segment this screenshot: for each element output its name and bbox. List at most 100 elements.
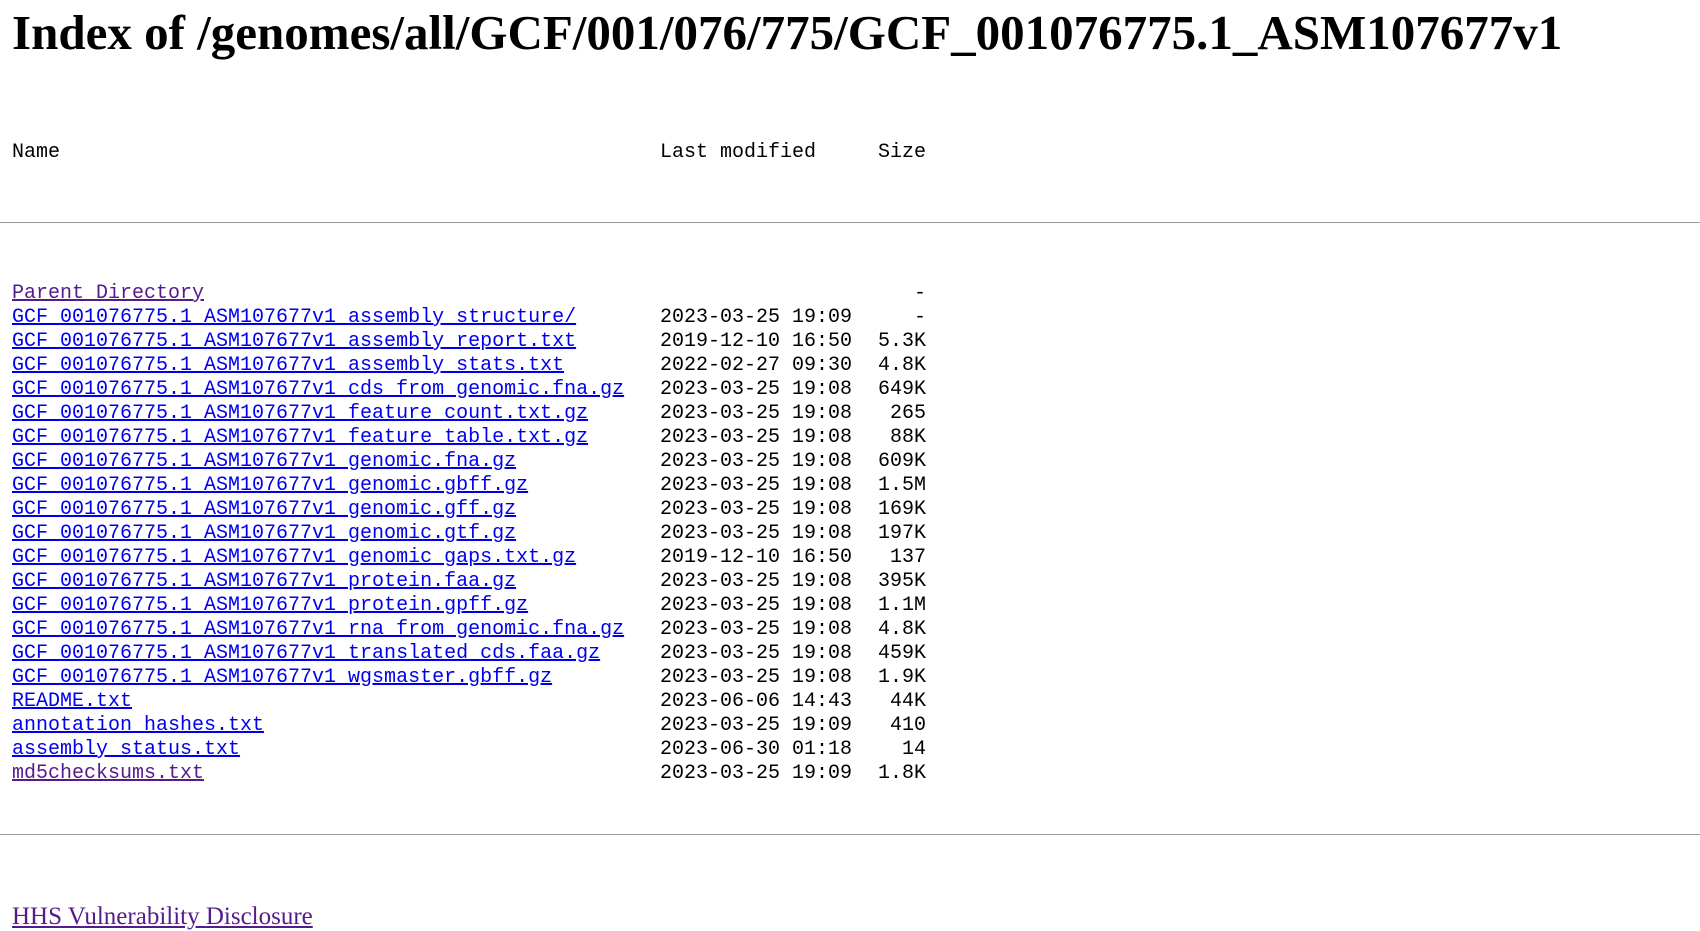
size-cell: 459K xyxy=(877,642,926,665)
file-link[interactable]: md5checksums.txt xyxy=(12,762,204,785)
table-row: GCF_001076775.1_ASM107677v1_genomic.gbff… xyxy=(12,474,1688,498)
file-link[interactable]: GCF_001076775.1_ASM107677v1_rna_from_gen… xyxy=(12,618,624,641)
name-cell: GCF_001076775.1_ASM107677v1_genomic.gtf.… xyxy=(12,522,660,546)
last-modified-cell: 2022-02-27 09:30 xyxy=(660,354,853,377)
table-row: GCF_001076775.1_ASM107677v1_genomic_gaps… xyxy=(12,546,1688,570)
file-link[interactable]: GCF_001076775.1_ASM107677v1_genomic.gtf.… xyxy=(12,522,516,545)
size-cell: 1.8K xyxy=(877,762,926,785)
last-modified-cell: 2023-06-30 01:18 xyxy=(660,738,853,761)
last-modified-cell: 2023-03-25 19:08 xyxy=(660,402,853,425)
table-row: GCF_001076775.1_ASM107677v1_protein.gpff… xyxy=(12,594,1688,618)
table-row: README.txt 2023-06-06 14:43 44K xyxy=(12,690,1688,714)
table-row: GCF_001076775.1_ASM107677v1_translated_c… xyxy=(12,642,1688,666)
top-divider xyxy=(0,222,1700,223)
parent-directory-link[interactable]: Parent Directory xyxy=(12,282,204,305)
size-cell: 44K xyxy=(889,690,926,713)
name-cell: GCF_001076775.1_ASM107677v1_feature_coun… xyxy=(12,402,660,426)
last-modified-cell: 2023-03-25 19:09 xyxy=(660,762,853,785)
file-link[interactable]: GCF_001076775.1_ASM107677v1_assembly_str… xyxy=(12,306,576,329)
size-cell: 265 xyxy=(889,402,926,425)
file-link[interactable]: README.txt xyxy=(12,690,132,713)
file-link[interactable]: GCF_001076775.1_ASM107677v1_cds_from_gen… xyxy=(12,378,624,401)
size-cell: 1.9K xyxy=(877,666,926,689)
file-rows: Parent Directory - GCF_001076775.1_ASM1076… xyxy=(12,282,1688,786)
file-link[interactable]: GCF_001076775.1_ASM107677v1_assembly_sta… xyxy=(12,354,564,377)
name-cell: GCF_001076775.1_ASM107677v1_genomic.gff.… xyxy=(12,498,660,522)
size-cell: 609K xyxy=(877,450,926,473)
file-link[interactable]: GCF_001076775.1_ASM107677v1_protein.faa.… xyxy=(12,570,516,593)
last-modified-cell: 2023-03-25 19:08 xyxy=(660,618,853,641)
size-cell: 4.8K xyxy=(877,354,926,377)
page-title: Index of /genomes/all/GCF/001/076/775/GC… xyxy=(12,5,1563,60)
name-cell: annotation_hashes.txt xyxy=(12,714,660,738)
file-link[interactable]: GCF_001076775.1_ASM107677v1_feature_coun… xyxy=(12,402,588,425)
table-row: GCF_001076775.1_ASM107677v1_protein.faa.… xyxy=(12,570,1688,594)
last-modified-cell: 2023-03-25 19:09 xyxy=(660,306,853,329)
file-link[interactable]: assembly_status.txt xyxy=(12,738,240,761)
size-cell: 197K xyxy=(877,522,926,545)
last-modified-cell: 2023-03-25 19:08 xyxy=(660,378,853,401)
hhs-vulnerability-disclosure-link[interactable]: HHS Vulnerability Disclosure xyxy=(12,903,313,930)
name-cell: GCF_001076775.1_ASM107677v1_assembly_str… xyxy=(12,306,660,330)
column-header-row: Name Last modified Size xyxy=(12,141,1688,165)
file-link[interactable]: GCF_001076775.1_ASM107677v1_genomic.gbff… xyxy=(12,474,528,497)
file-link[interactable]: GCF_001076775.1_ASM107677v1_genomic.fna.… xyxy=(12,450,516,473)
table-row: GCF_001076775.1_ASM107677v1_genomic.gff.… xyxy=(12,498,1688,522)
file-link[interactable]: GCF_001076775.1_ASM107677v1_genomic_gaps… xyxy=(12,546,576,569)
file-link[interactable]: GCF_001076775.1_ASM107677v1_wgsmaster.gb… xyxy=(12,666,552,689)
table-row: GCF_001076775.1_ASM107677v1_genomic.fna.… xyxy=(12,450,1688,474)
name-cell: GCF_001076775.1_ASM107677v1_assembly_rep… xyxy=(12,330,660,354)
last-modified-cell: 2023-03-25 19:08 xyxy=(660,666,853,689)
last-modified-cell: 2023-03-25 19:08 xyxy=(660,594,853,617)
last-modified-cell: 2023-03-25 19:08 xyxy=(660,450,853,473)
size-cell: 88K xyxy=(889,426,926,449)
table-row: GCF_001076775.1_ASM107677v1_feature_coun… xyxy=(12,402,1688,426)
size-cell: 1.5M xyxy=(877,474,926,497)
column-header-last-modified: Last modified xyxy=(660,141,817,164)
name-cell: md5checksums.txt xyxy=(12,762,660,786)
last-modified-cell: 2023-03-25 19:08 xyxy=(660,570,853,593)
name-cell: GCF_001076775.1_ASM107677v1_protein.faa.… xyxy=(12,570,660,594)
table-row: assembly_status.txt 2023-06-30 01:18 14 xyxy=(12,738,1688,762)
table-row: GCF_001076775.1_ASM107677v1_rna_from_gen… xyxy=(12,618,1688,642)
size-cell: 14 xyxy=(901,738,926,761)
last-modified-cell: 2019-12-10 16:50 xyxy=(660,546,853,569)
size-cell: 410 xyxy=(889,714,926,737)
bottom-divider xyxy=(0,834,1700,835)
last-modified-cell: 2023-03-25 19:08 xyxy=(660,474,853,497)
last-modified-cell: 2023-03-25 19:08 xyxy=(660,642,853,665)
table-row: GCF_001076775.1_ASM107677v1_assembly_str… xyxy=(12,306,1688,330)
name-cell: GCF_001076775.1_ASM107677v1_translated_c… xyxy=(12,642,660,666)
name-cell: GCF_001076775.1_ASM107677v1_cds_from_gen… xyxy=(12,378,660,402)
file-link[interactable]: GCF_001076775.1_ASM107677v1_feature_tabl… xyxy=(12,426,588,449)
size-cell: - xyxy=(913,282,926,305)
table-row: GCF_001076775.1_ASM107677v1_assembly_sta… xyxy=(12,354,1688,378)
file-link[interactable]: GCF_001076775.1_ASM107677v1_assembly_rep… xyxy=(12,330,576,353)
table-row: GCF_001076775.1_ASM107677v1_genomic.gtf.… xyxy=(12,522,1688,546)
last-modified-cell: 2023-03-25 19:08 xyxy=(660,498,853,521)
table-row: GCF_001076775.1_ASM107677v1_wgsmaster.gb… xyxy=(12,666,1688,690)
last-modified-cell: 2023-03-25 19:08 xyxy=(660,426,853,449)
last-modified-cell: 2023-03-25 19:08 xyxy=(660,522,853,545)
last-modified-cell: 2019-12-10 16:50 xyxy=(660,330,853,353)
size-cell: 137 xyxy=(889,546,926,569)
size-cell: 1.1M xyxy=(877,594,926,617)
last-modified-cell xyxy=(660,282,866,306)
file-link[interactable]: GCF_001076775.1_ASM107677v1_translated_c… xyxy=(12,642,600,665)
size-cell: 649K xyxy=(877,378,926,401)
name-cell: assembly_status.txt xyxy=(12,738,660,762)
table-row: GCF_001076775.1_ASM107677v1_cds_from_gen… xyxy=(12,378,1688,402)
file-link[interactable]: GCF_001076775.1_ASM107677v1_protein.gpff… xyxy=(12,594,528,617)
footer: HHS Vulnerability Disclosure xyxy=(12,903,1688,931)
file-link[interactable]: GCF_001076775.1_ASM107677v1_genomic.gff.… xyxy=(12,498,516,521)
size-cell: 4.8K xyxy=(877,618,926,641)
name-cell: GCF_001076775.1_ASM107677v1_assembly_sta… xyxy=(12,354,660,378)
file-listing: Name Last modified Size Parent Directory… xyxy=(0,93,1700,883)
table-row: md5checksums.txt 2023-03-25 19:09 1.8K xyxy=(12,762,1688,786)
name-cell: GCF_001076775.1_ASM107677v1_genomic_gaps… xyxy=(12,546,660,570)
size-cell: - xyxy=(913,306,926,329)
size-cell: 395K xyxy=(877,570,926,593)
column-header-name: Name xyxy=(12,141,61,164)
name-cell: GCF_001076775.1_ASM107677v1_genomic.gbff… xyxy=(12,474,660,498)
table-row: GCF_001076775.1_ASM107677v1_feature_tabl… xyxy=(12,426,1688,450)
